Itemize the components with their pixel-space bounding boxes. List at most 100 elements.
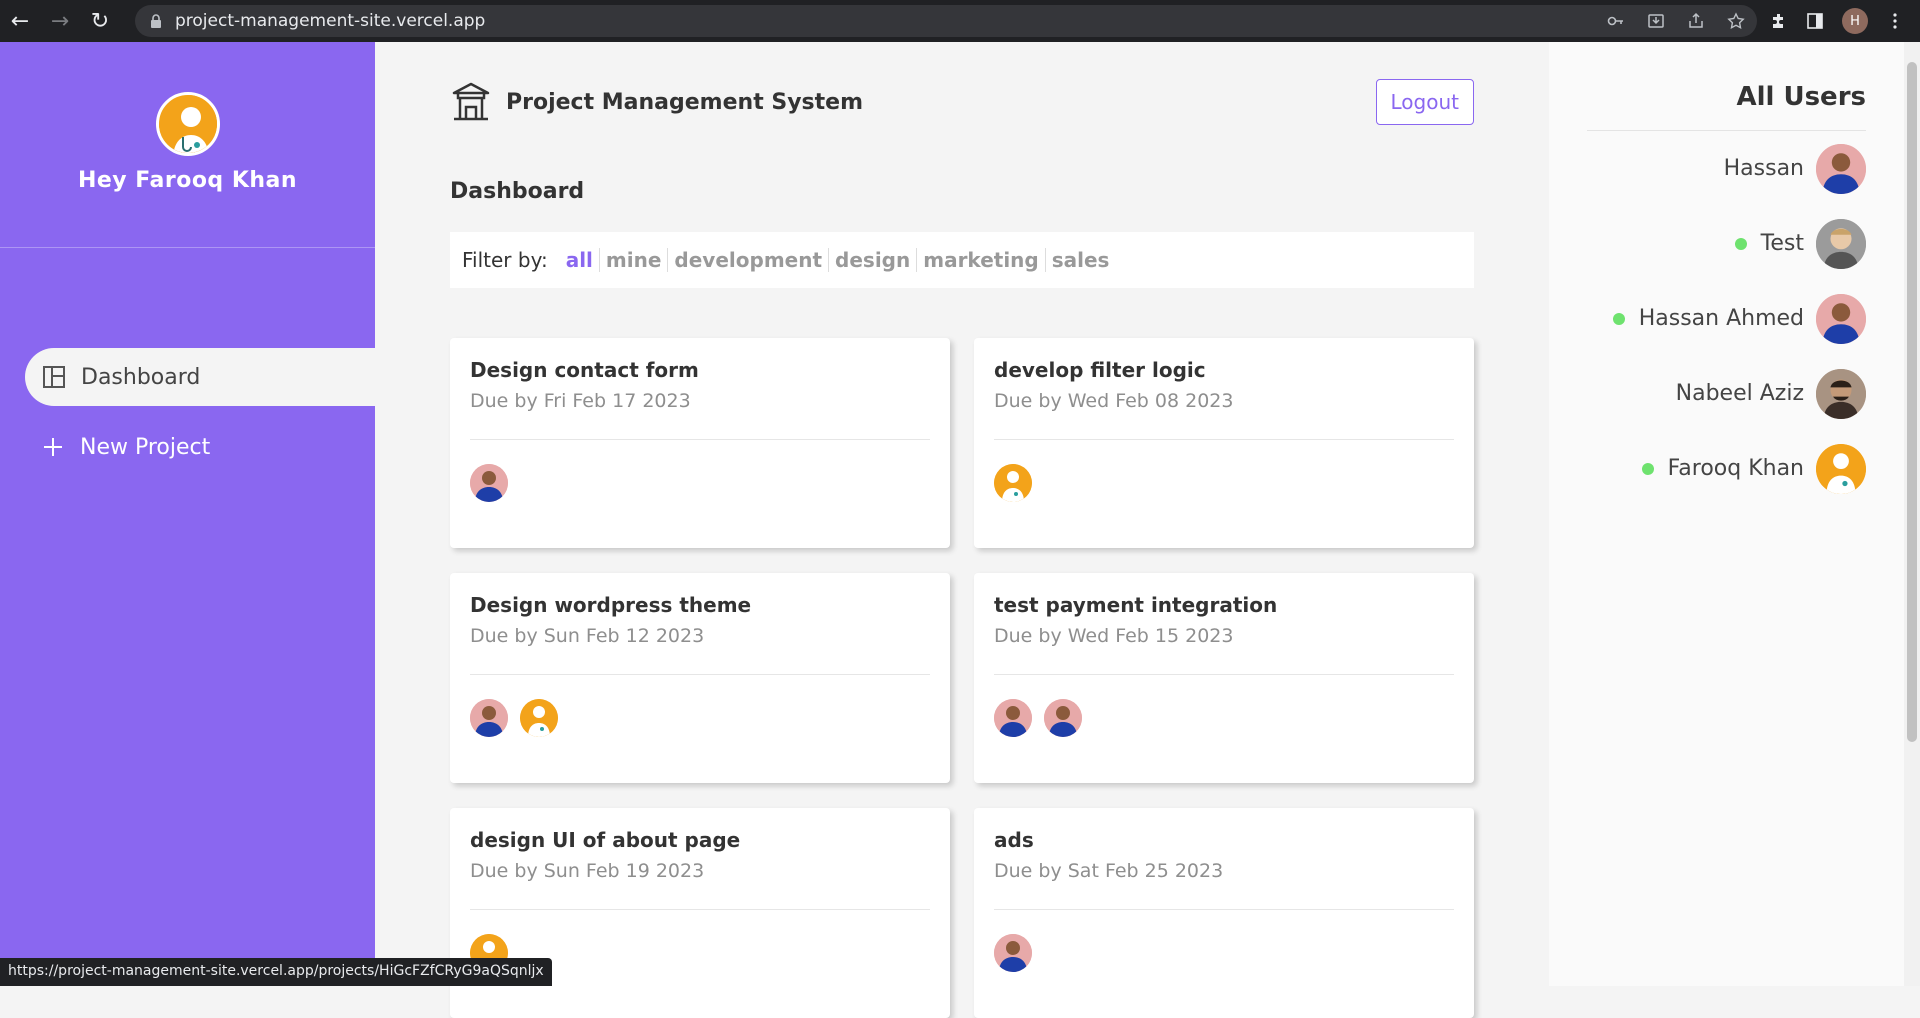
filter-option-design[interactable]: design <box>829 248 917 272</box>
bookmark-star-icon[interactable] <box>1727 12 1745 30</box>
assignee-list <box>994 934 1454 972</box>
project-card[interactable]: Design wordpress theme Due by Sun Feb 12… <box>450 573 950 783</box>
project-card[interactable]: test payment integration Due by Wed Feb … <box>974 573 1474 783</box>
address-bar[interactable]: project-management-site.vercel.app <box>135 5 1757 37</box>
share-icon[interactable] <box>1687 12 1705 30</box>
project-title: test payment integration <box>994 593 1454 617</box>
user-row-farooq-khan: Farooq Khan <box>1587 431 1866 506</box>
side-panel-icon[interactable] <box>1806 12 1824 30</box>
assignee-list <box>994 464 1454 502</box>
scrollbar-thumb[interactable] <box>1907 62 1917 742</box>
assignee-avatar-hassan <box>994 699 1032 737</box>
key-icon[interactable] <box>1607 12 1625 30</box>
assignee-list <box>994 699 1454 737</box>
forward-icon[interactable]: → <box>40 1 80 41</box>
user-name: Hassan <box>1724 156 1804 181</box>
sidebar-item-label: New Project <box>80 435 210 460</box>
sidebar-item-label: Dashboard <box>81 365 200 390</box>
page-title: Dashboard <box>450 179 1474 204</box>
project-title: develop filter logic <box>994 358 1454 382</box>
filter-option-marketing[interactable]: marketing <box>917 248 1046 272</box>
app-title: Project Management System <box>506 90 863 115</box>
reload-icon[interactable]: ↻ <box>80 1 120 41</box>
project-card[interactable]: ads Due by Sat Feb 25 2023 <box>974 808 1474 1018</box>
assignee-avatar-farooq <box>994 464 1032 502</box>
sidebar-nav: Dashboard New Project <box>0 348 375 476</box>
user-avatar <box>1816 369 1866 419</box>
topbar: Project Management System Logout <box>450 42 1474 152</box>
card-divider <box>994 439 1454 440</box>
user-name: Test <box>1761 231 1804 256</box>
filter-option-sales[interactable]: sales <box>1046 248 1116 272</box>
extensions-icon[interactable] <box>1770 12 1788 30</box>
doctor-avatar-icon <box>159 95 220 156</box>
assignee-avatar-hassan <box>994 934 1032 972</box>
filter-option-development[interactable]: development <box>668 248 829 272</box>
user-name: Farooq Khan <box>1668 456 1804 481</box>
user-avatar <box>1816 294 1866 344</box>
menu-dots-icon[interactable] <box>1886 12 1904 30</box>
back-icon[interactable]: ← <box>0 1 40 41</box>
user-name: Nabeel Aziz <box>1676 381 1804 406</box>
card-divider <box>470 439 930 440</box>
assignee-avatar-hassan <box>1044 699 1082 737</box>
project-list: Design contact form Due by Fri Feb 17 20… <box>450 338 1474 1018</box>
temple-logo-icon <box>450 81 492 123</box>
assignee-avatar-farooq <box>520 699 558 737</box>
install-icon[interactable] <box>1647 12 1665 30</box>
online-indicator <box>1642 463 1654 475</box>
project-due-date: Due by Sat Feb 25 2023 <box>994 860 1454 882</box>
profile-avatar[interactable]: H <box>1842 8 1868 34</box>
sidebar-item-new-project[interactable]: New Project <box>0 418 375 476</box>
main-content: Project Management System Logout Dashboa… <box>375 42 1549 986</box>
online-indicator <box>1613 313 1625 325</box>
project-title: ads <box>994 828 1454 852</box>
user-name: Hassan Ahmed <box>1639 306 1804 331</box>
user-avatar <box>1816 444 1866 494</box>
logout-button[interactable]: Logout <box>1376 79 1474 125</box>
lock-icon <box>149 14 163 28</box>
user-row-hassan: Hassan <box>1587 131 1866 206</box>
user-row-test: Test <box>1587 206 1866 281</box>
project-card[interactable]: develop filter logic Due by Wed Feb 08 2… <box>974 338 1474 548</box>
page-scrollbar[interactable] <box>1904 42 1920 986</box>
sidebar: Hey Farooq Khan Dashboard New Project <box>0 42 375 986</box>
filter-option-all[interactable]: all <box>560 248 600 272</box>
browser-toolbar: ← → ↻ project-management-site.vercel.app… <box>0 0 1920 42</box>
user-avatar <box>1816 144 1866 194</box>
filter-label: Filter by: <box>462 248 548 272</box>
assignee-avatar-hassan <box>470 699 508 737</box>
project-due-date: Due by Sun Feb 19 2023 <box>470 860 930 882</box>
filter-bar: Filter by: all mine development design m… <box>450 232 1474 288</box>
users-panel-title: All Users <box>1587 82 1866 131</box>
project-due-date: Due by Wed Feb 15 2023 <box>994 625 1454 647</box>
plus-icon <box>40 434 66 460</box>
status-bar-url: https://project-management-site.vercel.a… <box>0 958 552 986</box>
project-title: Design contact form <box>470 358 930 382</box>
user-avatar <box>1816 219 1866 269</box>
brand: Project Management System <box>450 81 863 123</box>
filter-option-mine[interactable]: mine <box>600 248 669 272</box>
card-divider <box>994 909 1454 910</box>
user-row-hassan-ahmed: Hassan Ahmed <box>1587 281 1866 356</box>
card-divider <box>470 674 930 675</box>
online-indicator <box>1735 238 1747 250</box>
url-text: project-management-site.vercel.app <box>175 11 485 31</box>
sidebar-item-dashboard[interactable]: Dashboard <box>25 348 375 406</box>
user-row-nabeel-aziz: Nabeel Aziz <box>1587 356 1866 431</box>
sidebar-user: Hey Farooq Khan <box>0 42 375 248</box>
assignee-list <box>470 464 930 502</box>
greeting-text: Hey Farooq Khan <box>78 168 297 193</box>
project-title: Design wordpress theme <box>470 593 930 617</box>
user-avatar <box>156 92 220 156</box>
card-divider <box>470 909 930 910</box>
project-title: design UI of about page <box>470 828 930 852</box>
project-due-date: Due by Wed Feb 08 2023 <box>994 390 1454 412</box>
dashboard-icon <box>41 364 67 390</box>
users-panel: All Users Hassan Test Hassan Ahmed Nabee… <box>1549 42 1904 986</box>
project-due-date: Due by Fri Feb 17 2023 <box>470 390 930 412</box>
card-divider <box>994 674 1454 675</box>
assignee-avatar-hassan <box>470 464 508 502</box>
project-card[interactable]: design UI of about page Due by Sun Feb 1… <box>450 808 950 1018</box>
project-card[interactable]: Design contact form Due by Fri Feb 17 20… <box>450 338 950 548</box>
